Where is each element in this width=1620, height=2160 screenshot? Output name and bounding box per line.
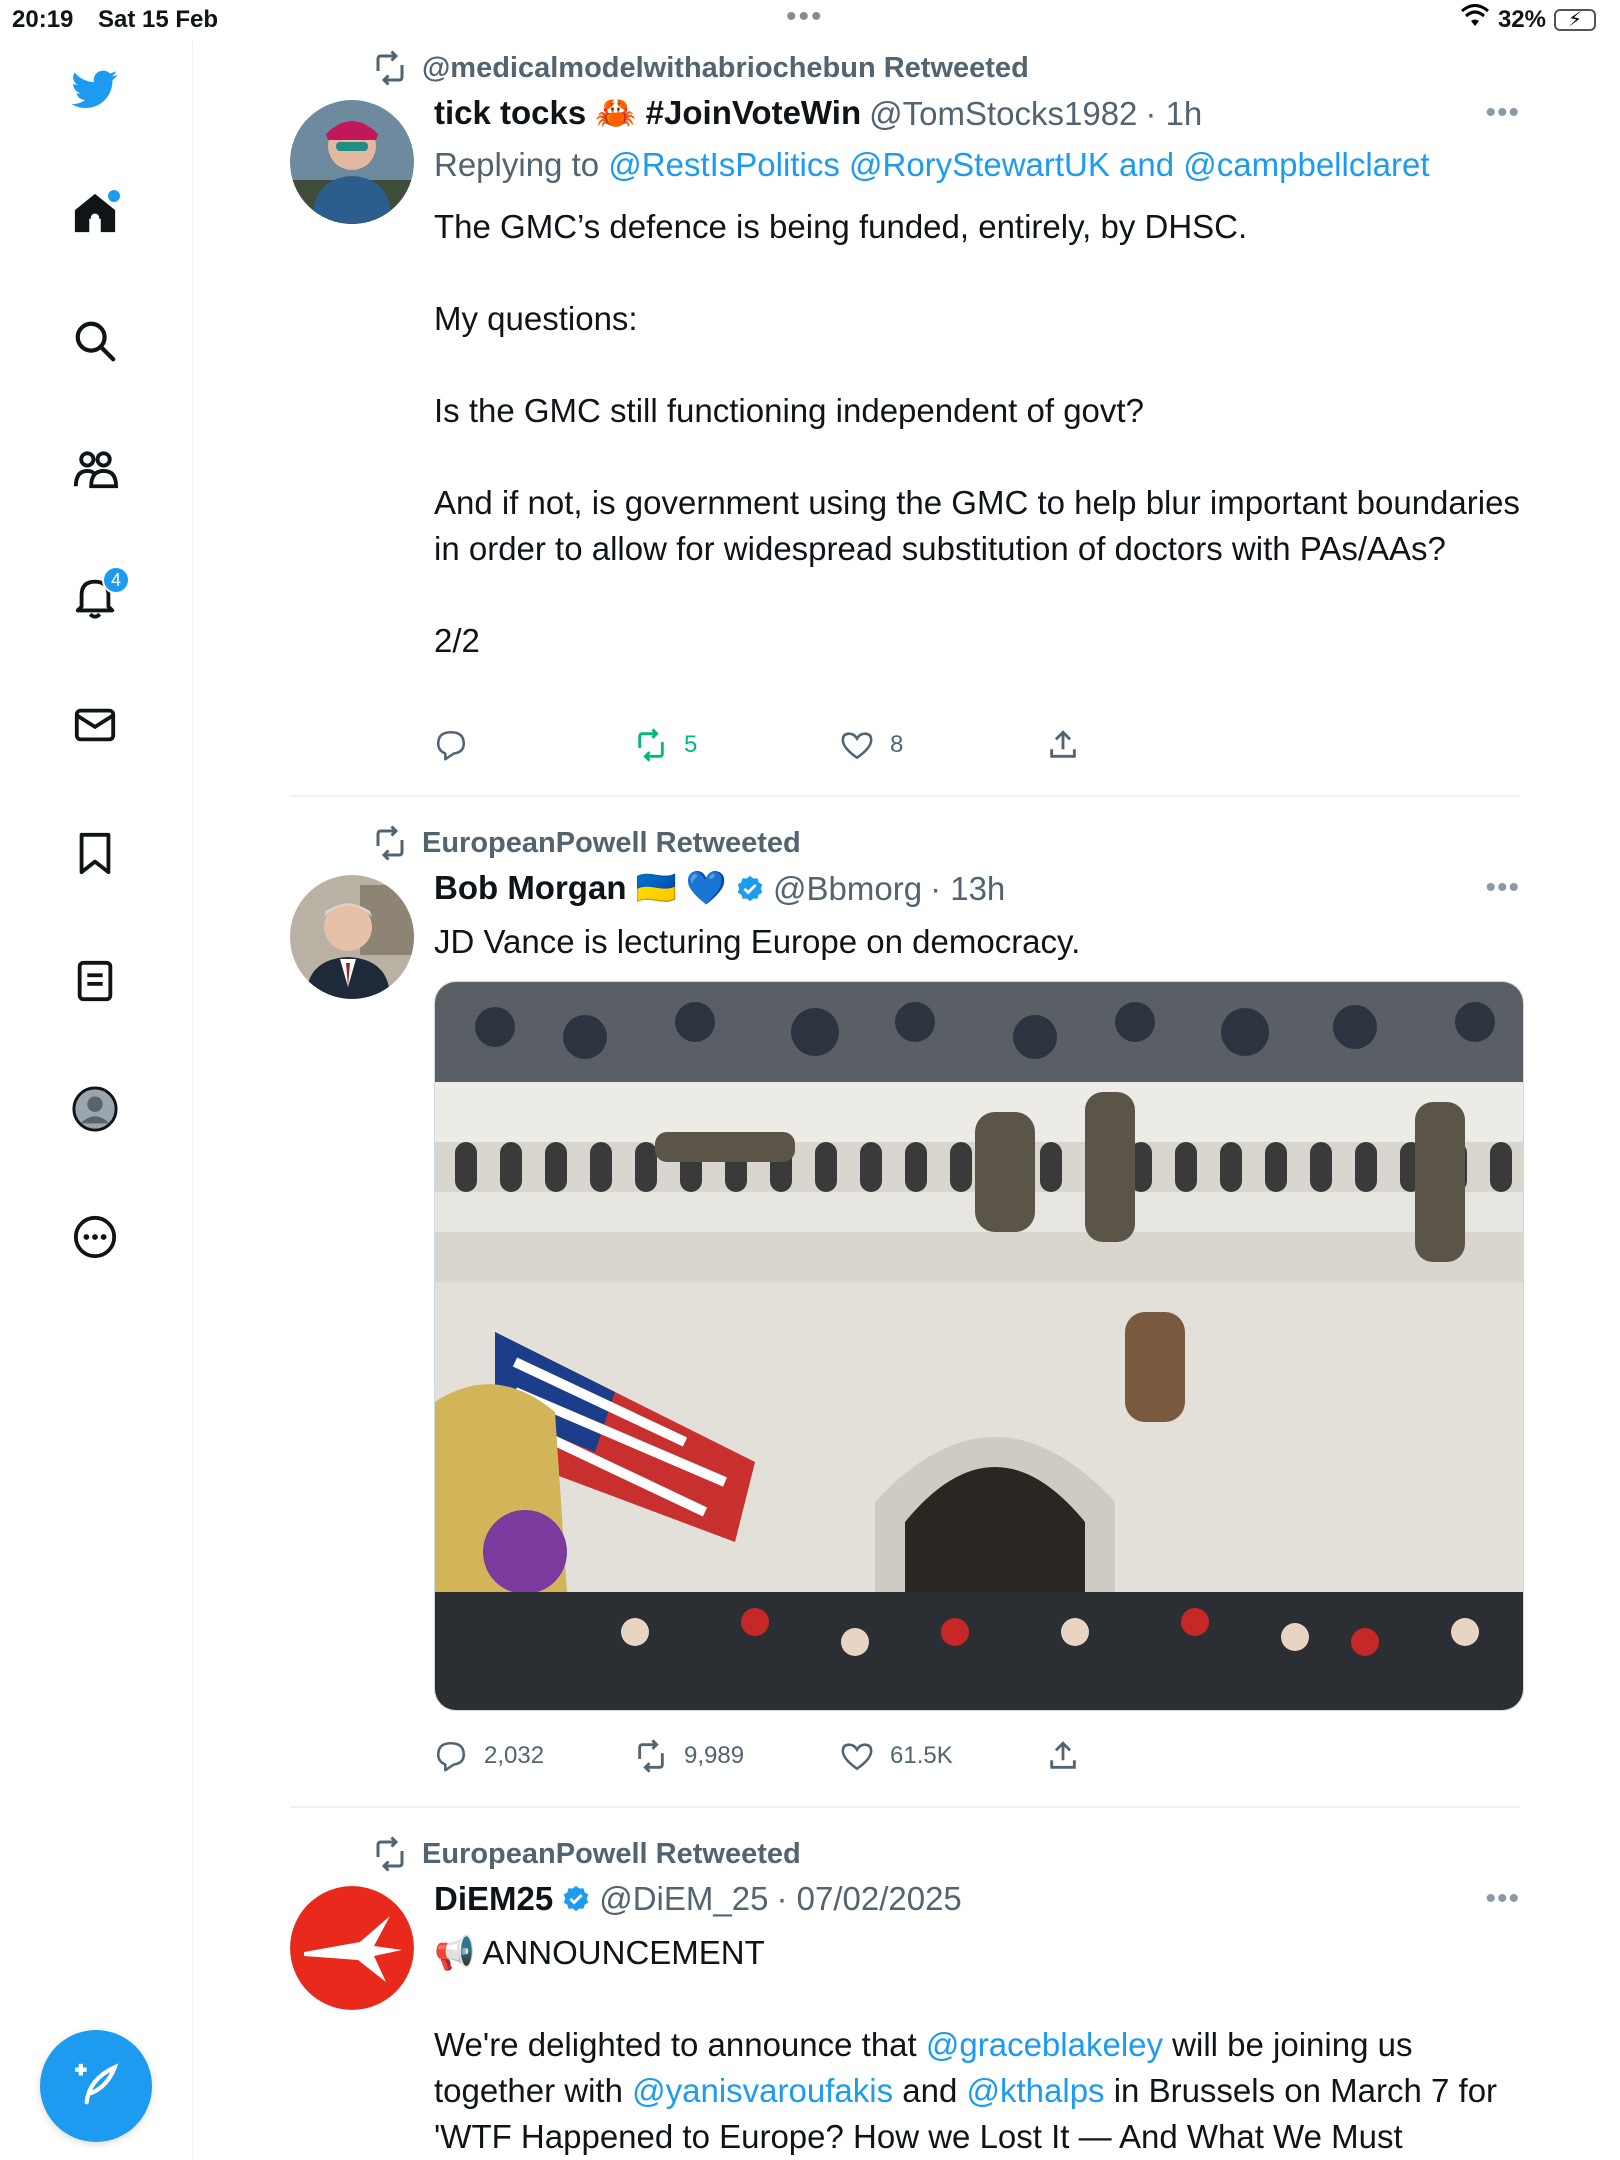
tweet-text: The GMC’s defence is being funded, entir… bbox=[434, 204, 1524, 664]
retweet-count: 5 bbox=[684, 731, 698, 758]
tweet[interactable]: @medicalmodelwithabriochebun Retweeted t… bbox=[290, 40, 1520, 797]
people-icon[interactable] bbox=[66, 440, 124, 498]
author-handle[interactable]: @Bbmorg bbox=[773, 870, 922, 908]
tweet-line: 📢 ANNOUNCEMENT bbox=[434, 1934, 765, 1971]
tweet-line: My questions: bbox=[434, 300, 638, 337]
replying-to-mentions[interactable]: @RestIsPolitics @RoryStewartUK and @camp… bbox=[608, 146, 1429, 183]
wifi-icon bbox=[1460, 4, 1490, 35]
author-handle[interactable]: @TomStocks1982 bbox=[869, 95, 1137, 133]
tweet-text: JD Vance is lecturing Europe on democrac… bbox=[434, 919, 1524, 965]
replying-to-label: Replying to bbox=[434, 146, 609, 183]
retweet-button[interactable]: 9,989 bbox=[634, 1739, 744, 1773]
twitter-logo-icon[interactable] bbox=[66, 60, 124, 118]
tweet-time[interactable]: · 07/02/2025 bbox=[776, 1880, 961, 1918]
retweeted-by[interactable]: @medicalmodelwithabriochebun Retweeted bbox=[422, 52, 1029, 85]
author-name[interactable]: tick tocks 🦀 #JoinVoteWin bbox=[434, 94, 861, 133]
author-name[interactable]: DiEM25 bbox=[434, 1880, 553, 1918]
like-button[interactable]: 8 bbox=[840, 728, 903, 762]
profile-icon[interactable] bbox=[66, 1080, 124, 1138]
share-icon bbox=[1050, 730, 1076, 758]
verified-badge-icon bbox=[737, 875, 763, 901]
reply-icon bbox=[436, 730, 466, 761]
mention-link[interactable]: @graceblakeley bbox=[926, 2026, 1163, 2063]
replying-to: Replying to @RestIsPolitics @RoryStewart… bbox=[434, 146, 1430, 184]
status-bar: 20:19 Sat 15 Feb ••• 32% ⚡ bbox=[0, 0, 1620, 40]
list-icon[interactable] bbox=[66, 952, 124, 1010]
like-count: 61.5K bbox=[890, 1742, 953, 1769]
reply-icon bbox=[436, 1741, 466, 1772]
share-button[interactable] bbox=[1046, 1739, 1080, 1773]
more-options-icon[interactable]: ••• bbox=[1485, 1882, 1520, 1916]
home-icon[interactable] bbox=[66, 184, 124, 242]
home-unread-dot bbox=[108, 190, 120, 202]
heart-icon bbox=[841, 1743, 873, 1771]
more-options-icon[interactable]: ••• bbox=[1485, 96, 1520, 130]
sidebar: 4 bbox=[0, 40, 193, 2160]
mention-link[interactable]: @yanisvaroufakis bbox=[632, 2072, 893, 2109]
tweet-line: The GMC’s defence is being funded, entir… bbox=[434, 208, 1248, 245]
compose-tweet-button[interactable] bbox=[40, 2030, 152, 2142]
retweet-context: EuropeanPowell Retweeted bbox=[372, 825, 801, 861]
retweet-context: @medicalmodelwithabriochebun Retweeted bbox=[372, 50, 1029, 86]
tweet-text: 📢 ANNOUNCEMENT We're delighted to announ… bbox=[434, 1930, 1524, 2160]
like-button[interactable]: 61.5K bbox=[840, 1739, 953, 1773]
avatar[interactable] bbox=[290, 1886, 414, 2010]
retweet-button[interactable]: 5 bbox=[634, 728, 697, 762]
more-circle-icon[interactable] bbox=[66, 1208, 124, 1266]
share-icon bbox=[1050, 1741, 1076, 1769]
battery-percent: 32% bbox=[1497, 5, 1546, 33]
retweet-count: 9,989 bbox=[684, 1742, 745, 1769]
avatar[interactable] bbox=[290, 875, 414, 999]
status-date: Sat 15 Feb bbox=[98, 6, 219, 33]
reply-count: 2,032 bbox=[484, 1742, 545, 1769]
verified-badge-icon bbox=[563, 1885, 589, 1912]
tweet-line: 2/2 bbox=[434, 622, 480, 659]
tweet-line: And if not, is government using the GMC … bbox=[434, 484, 1520, 567]
tweet[interactable]: EuropeanPowell Retweeted DiEM25 @DiEM_25… bbox=[290, 1808, 1520, 2160]
bell-icon[interactable]: 4 bbox=[66, 566, 130, 626]
multitasking-dots[interactable]: ••• bbox=[786, 0, 824, 34]
author-handle[interactable]: @DiEM_25 bbox=[599, 1880, 768, 1918]
tweet-line: JD Vance is lecturing Europe on democrac… bbox=[434, 923, 1081, 960]
reply-button[interactable] bbox=[434, 728, 484, 762]
share-button[interactable] bbox=[1046, 728, 1080, 762]
tweet-photo[interactable] bbox=[434, 981, 1524, 1711]
mention-link[interactable]: @kthalps bbox=[966, 2072, 1104, 2109]
tweet[interactable]: EuropeanPowell Retweeted Bob Morgan 🇺🇦 💙… bbox=[290, 797, 1524, 1808]
tweet-header: DiEM25 @DiEM_25 · 07/02/2025 bbox=[434, 1880, 962, 1918]
notifications-badge: 4 bbox=[102, 566, 130, 594]
tweet-header: tick tocks 🦀 #JoinVoteWin @TomStocks1982… bbox=[434, 94, 1202, 133]
tweet-time[interactable]: · 13h bbox=[930, 870, 1005, 908]
retweet-icon bbox=[376, 825, 404, 861]
retweet-icon bbox=[376, 1836, 404, 1872]
feather-plus-icon bbox=[75, 2063, 119, 2105]
tweet-actions: 2,032 9,989 61.5K bbox=[434, 1739, 1334, 1779]
more-options-icon[interactable]: ••• bbox=[1485, 871, 1520, 905]
retweet-icon bbox=[376, 50, 404, 86]
heart-icon bbox=[841, 732, 873, 760]
status-time: 20:19 bbox=[12, 6, 74, 33]
search-icon[interactable] bbox=[66, 312, 124, 370]
tweet-header: Bob Morgan 🇺🇦 💙 @Bbmorg · 13h bbox=[434, 869, 1005, 908]
tweet-line: Is the GMC still functioning independent… bbox=[434, 392, 1144, 429]
tweet-actions: 5 8 bbox=[434, 728, 1334, 768]
reply-button[interactable]: 2,032 bbox=[434, 1739, 544, 1773]
retweet-icon bbox=[638, 1739, 664, 1773]
avatar[interactable] bbox=[290, 100, 414, 224]
bookmark-icon[interactable] bbox=[66, 824, 124, 882]
author-name[interactable]: Bob Morgan 🇺🇦 💙 bbox=[434, 869, 727, 908]
timeline-feed: @medicalmodelwithabriochebun Retweeted t… bbox=[290, 40, 1524, 2160]
battery-icon: ⚡ bbox=[1554, 8, 1596, 31]
tweet-line: We're delighted to announce that @graceb… bbox=[434, 2026, 1498, 2155]
envelope-icon[interactable] bbox=[66, 696, 124, 754]
retweet-context: EuropeanPowell Retweeted bbox=[372, 1836, 801, 1872]
like-count: 8 bbox=[890, 731, 904, 758]
retweeted-by[interactable]: EuropeanPowell Retweeted bbox=[422, 827, 801, 860]
retweeted-by[interactable]: EuropeanPowell Retweeted bbox=[422, 1838, 801, 1871]
retweet-icon bbox=[638, 728, 664, 762]
tweet-time[interactable]: · 1h bbox=[1145, 95, 1202, 133]
